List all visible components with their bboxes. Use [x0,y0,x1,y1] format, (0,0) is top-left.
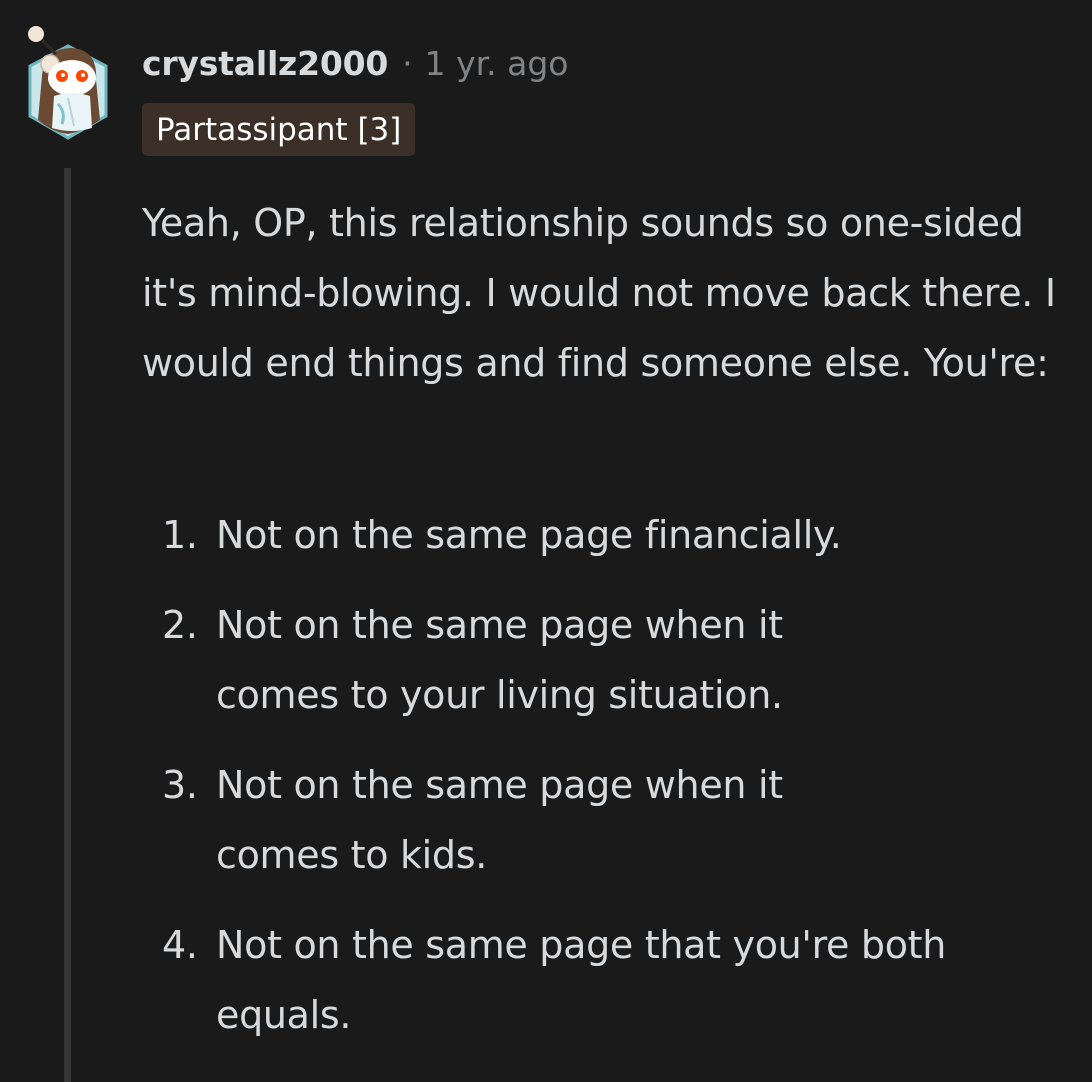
list-item-number: 1. [162,513,198,557]
list-item-text: Not on the same page financially. [216,513,842,557]
comment-list: 1. Not on the same page financially. 2. … [162,500,1042,1070]
list-item: 1. Not on the same page financially. [162,500,1016,570]
list-item: 2. Not on the same page when it comes to… [162,590,916,730]
list-item-text: Not on the same page when it comes to yo… [216,603,783,717]
list-item-text: Not on the same page that you're both eq… [216,923,947,1037]
comment-body: Yeah, OP, this relationship sounds so on… [142,201,1056,385]
thread-collapse-line[interactable] [64,168,71,1082]
list-item: 3. Not on the same page when it comes to… [162,750,916,890]
list-item-number: 2. [162,603,198,647]
comment: crystallz2000 · 1 yr. ago Partassipant [… [0,0,1092,1082]
meta-separator: · [402,43,413,83]
user-flair: Partassipant [3] [142,103,416,156]
list-item-text: Not on the same page when it comes to ki… [216,763,783,877]
username-link[interactable]: crystallz2000 [142,44,388,83]
comment-meta: crystallz2000 · 1 yr. ago [142,40,569,86]
list-item: 4. Not on the same page that you're both… [162,910,1016,1050]
timestamp[interactable]: 1 yr. ago [425,44,569,83]
list-item-number: 4. [162,923,198,967]
user-avatar-icon[interactable] [22,20,114,142]
list-item-number: 3. [162,763,198,807]
